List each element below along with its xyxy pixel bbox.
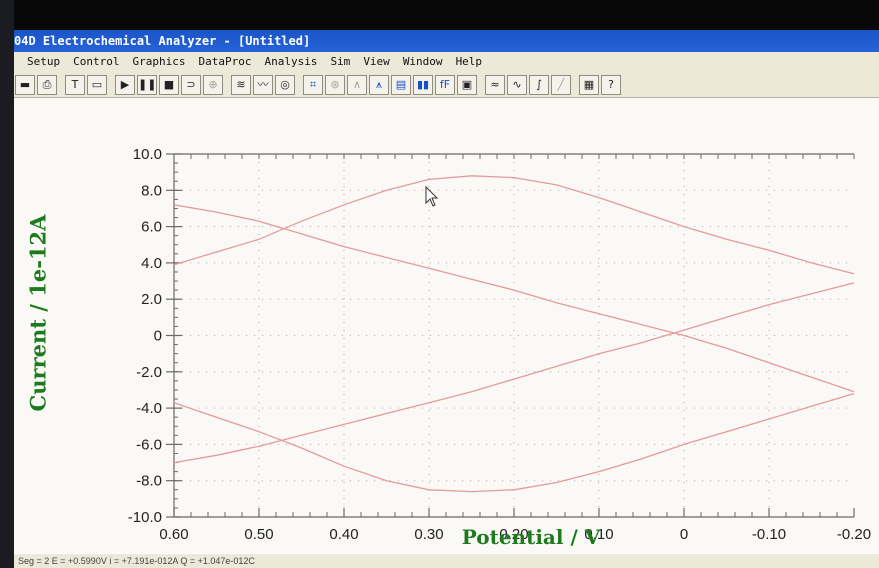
y-tick-label: -8.0 bbox=[136, 473, 162, 490]
cv-curve-1 bbox=[173, 175, 855, 275]
plot-area: 0.60 0.50 0.40 0.30 0.20 0.10 0 -0.10 -0.20 10.0 8… bbox=[14, 98, 879, 553]
y-tick-label: -10.0 bbox=[128, 509, 162, 526]
y-tick-label: 2.0 bbox=[141, 291, 162, 308]
x-tick-label: 0.40 bbox=[329, 526, 358, 543]
x-tick-label: 0.50 bbox=[244, 526, 273, 543]
menu-window[interactable]: Window bbox=[403, 52, 443, 72]
help-icon[interactable]: ? bbox=[601, 75, 621, 95]
menu-graphics[interactable]: Graphics bbox=[132, 52, 185, 72]
run-icon[interactable]: ▶ bbox=[115, 75, 135, 95]
y-tick-label: -4.0 bbox=[136, 400, 162, 417]
print-icon[interactable]: ⎙ bbox=[37, 75, 57, 95]
toolbar: ▬ ⎙ T ▭ ▶ ❚❚ ■ ⊃ ⊕ ≋ 〰 ◎ ⌗ ⊛ ∧ ⩚ ▤ ▮▮ fF ▣ ≈ ∿ ∫ ╱ ▦? bbox=[14, 72, 879, 98]
y-tick-label: 0 bbox=[154, 328, 162, 345]
integral-icon[interactable]: ∫ bbox=[529, 75, 549, 95]
x-axis-title: Potential / V bbox=[461, 525, 601, 549]
cv-curve-3 bbox=[173, 282, 855, 464]
y-tick-label: 4.0 bbox=[141, 255, 162, 272]
clipboard-icon[interactable]: ▣ bbox=[457, 75, 477, 95]
cv-chart: 0.60 0.50 0.40 0.30 0.20 0.10 0 -0.10 -0.2010.08… bbox=[128, 146, 871, 543]
menu-sim[interactable]: Sim bbox=[330, 52, 350, 72]
app-window: 04D Electrochemical Analyzer - [Untitled… bbox=[14, 30, 879, 568]
tree-icon[interactable]: ⩚ bbox=[369, 75, 389, 95]
smooth-icon[interactable]: ≈ bbox=[485, 75, 505, 95]
y-tick-label: 6.0 bbox=[141, 219, 162, 236]
x-tick-label: 0.30 bbox=[414, 526, 443, 543]
save-icon[interactable]: ▬ bbox=[15, 75, 35, 95]
y-tick-label: -2.0 bbox=[136, 364, 162, 381]
x-tick-label: -0.10 bbox=[752, 526, 786, 543]
y-axis-title: Current / 1e-12A bbox=[25, 214, 51, 412]
data-icon[interactable]: ▤ bbox=[391, 75, 411, 95]
function-icon[interactable]: fF bbox=[435, 75, 455, 95]
text-icon[interactable]: T bbox=[65, 75, 85, 95]
y-tick-label: -6.0 bbox=[136, 436, 162, 453]
scan-icon[interactable]: ≋ bbox=[231, 75, 251, 95]
y-tick-label: 10.0 bbox=[133, 146, 162, 163]
wave-icon[interactable]: 〰 bbox=[253, 75, 273, 95]
monitor-bezel bbox=[0, 0, 14, 568]
dial-icon[interactable]: ◎ bbox=[275, 75, 295, 95]
menu-dataproc[interactable]: DataProc bbox=[198, 52, 251, 72]
window-title: 04D Electrochemical Analyzer - [Untitled… bbox=[14, 30, 879, 52]
x-tick-label: -0.20 bbox=[837, 526, 871, 543]
frame-icon[interactable]: ▭ bbox=[87, 75, 107, 95]
menu-view[interactable]: View bbox=[363, 52, 390, 72]
derivative-icon[interactable]: ∿ bbox=[507, 75, 527, 95]
menu-analysis[interactable]: Analysis bbox=[264, 52, 317, 72]
line-icon[interactable]: ╱ bbox=[551, 75, 571, 95]
graph-icon[interactable]: ⌗ bbox=[303, 75, 323, 95]
status-bar: Seg = 2 E = +0.5990V i = +7.191e-012A Q … bbox=[14, 554, 879, 568]
menu-bar: Setup Control Graphics DataProc Analysis Sim V… bbox=[14, 52, 879, 72]
menu-help[interactable]: Help bbox=[456, 52, 483, 72]
y-tick-label: 8.0 bbox=[141, 182, 162, 199]
menu-control[interactable]: Control bbox=[73, 52, 119, 72]
pause-icon[interactable]: ❚❚ bbox=[137, 75, 157, 95]
zoom-icon[interactable]: ⊛ bbox=[325, 75, 345, 95]
x-tick-label: 0.60 bbox=[159, 526, 188, 543]
menu-setup[interactable]: Setup bbox=[27, 52, 60, 72]
mouse-cursor-icon bbox=[425, 185, 439, 207]
photo-dark-border bbox=[0, 0, 879, 30]
peak-icon[interactable]: ∧ bbox=[347, 75, 367, 95]
calculator-icon[interactable]: ▦ bbox=[579, 75, 599, 95]
target-icon[interactable]: ⊕ bbox=[203, 75, 223, 95]
x-tick-label: 0 bbox=[680, 526, 688, 543]
reverse-icon[interactable]: ⊃ bbox=[181, 75, 201, 95]
color-bars-icon[interactable]: ▮▮ bbox=[413, 75, 433, 95]
stop-icon[interactable]: ■ bbox=[159, 75, 179, 95]
